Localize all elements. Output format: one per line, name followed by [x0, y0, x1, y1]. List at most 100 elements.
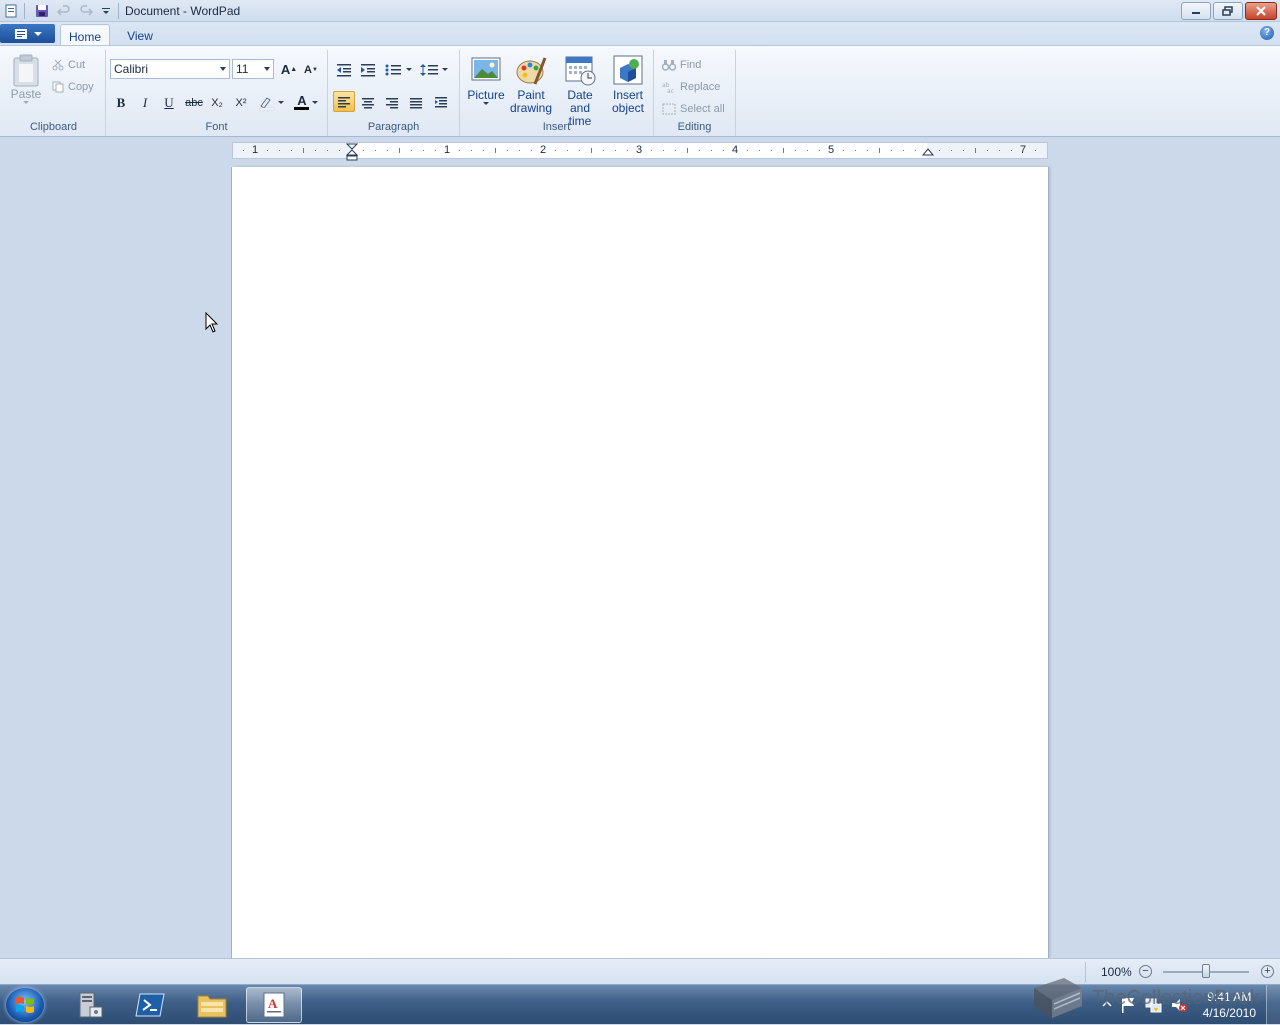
- subscript-button[interactable]: X₂: [206, 92, 228, 113]
- ruler-tick: [567, 150, 568, 151]
- ruler[interactable]: 1 1 2 3 4 5 7: [232, 142, 1048, 161]
- align-center-button[interactable]: [357, 92, 379, 113]
- right-indent-marker-icon[interactable]: [922, 147, 934, 159]
- ruler-number: 7: [1020, 144, 1027, 156]
- customize-qat-icon[interactable]: [98, 3, 114, 19]
- italic-button[interactable]: I: [134, 92, 156, 113]
- decrease-indent-button[interactable]: [333, 59, 355, 80]
- tab-view[interactable]: View: [118, 24, 162, 46]
- bold-button[interactable]: B: [110, 92, 132, 113]
- wordpad-icon: A: [263, 992, 285, 1018]
- ruler-tick: [627, 150, 628, 151]
- ruler-tick: [531, 150, 532, 151]
- underline-button[interactable]: U: [158, 92, 180, 113]
- show-desktop-button[interactable]: [1266, 985, 1280, 1025]
- paste-button[interactable]: Paste: [8, 54, 44, 105]
- editing-group-label: Editing: [677, 121, 712, 133]
- picture-button[interactable]: Picture: [466, 54, 506, 106]
- zoom-in-button[interactable]: +: [1261, 965, 1274, 978]
- restore-icon: [1222, 6, 1233, 16]
- save-icon[interactable]: [34, 3, 50, 19]
- document-menu-icon: [14, 28, 27, 39]
- tab-home[interactable]: Home: [60, 24, 110, 46]
- ruler-tick: [387, 150, 388, 151]
- ruler-tick: [1035, 150, 1036, 151]
- increase-indent-button[interactable]: [357, 59, 379, 80]
- font-size-select[interactable]: 11: [232, 59, 274, 79]
- paragraph-icon: [435, 96, 447, 107]
- minimize-button[interactable]: [1181, 2, 1211, 20]
- ruler-tick: [843, 150, 844, 151]
- align-right-button[interactable]: [381, 92, 403, 113]
- wordpad-app-icon[interactable]: [3, 3, 19, 19]
- font-group-label: Font: [205, 121, 228, 133]
- line-spacing-button[interactable]: [419, 59, 451, 80]
- ruler-tick: [375, 150, 376, 151]
- wordpad-window: Document - WordPad Home View ? Paste Cut…: [0, 0, 1280, 984]
- align-left-button[interactable]: [333, 91, 355, 112]
- ruler-tick: [423, 150, 424, 151]
- font-family-select[interactable]: Calibri: [110, 59, 230, 79]
- svg-text:A: A: [268, 996, 278, 1011]
- font-color-label: A: [297, 93, 307, 108]
- close-icon: [1256, 6, 1266, 16]
- font-color-button[interactable]: A: [290, 92, 322, 113]
- find-button[interactable]: Find: [662, 56, 701, 74]
- application-menu-button[interactable]: [0, 24, 55, 43]
- ruler-tick: [663, 150, 664, 151]
- ruler-number: 2: [540, 144, 547, 156]
- taskbar-server-manager[interactable]: [62, 987, 118, 1023]
- insert-object-icon: [613, 55, 643, 85]
- cut-button[interactable]: Cut: [52, 56, 85, 74]
- decrease-indent-icon: [337, 63, 351, 76]
- select-all-label: Select all: [680, 103, 725, 115]
- redo-icon[interactable]: [78, 3, 94, 19]
- font-family-value: Calibri: [114, 62, 149, 76]
- server-manager-icon: [79, 992, 103, 1018]
- clipboard-group: Paste Cut Copy Clipboard: [2, 50, 106, 136]
- help-icon[interactable]: ?: [1260, 26, 1274, 40]
- superscript-button[interactable]: X²: [230, 92, 252, 113]
- date-time-button[interactable]: Date and time: [556, 54, 604, 128]
- paint-drawing-button[interactable]: Paint drawing: [510, 54, 552, 115]
- justify-icon: [410, 97, 422, 108]
- ruler-tick: [963, 150, 964, 151]
- replace-icon: abac: [662, 82, 674, 93]
- ruler-tick: [279, 150, 280, 151]
- paragraph-settings-button[interactable]: [430, 92, 452, 113]
- strikethrough-button[interactable]: abc: [182, 92, 206, 113]
- copy-button[interactable]: Copy: [52, 78, 94, 96]
- ruler-tick: [855, 150, 856, 151]
- indent-marker-icon[interactable]: [346, 143, 358, 163]
- paste-label: Paste: [10, 87, 42, 101]
- ruler-tick: [243, 150, 244, 151]
- folder-icon: [197, 995, 227, 1018]
- ruler-tick: [759, 150, 760, 151]
- document-page[interactable]: [232, 167, 1048, 958]
- shrink-font-button[interactable]: A ▼: [300, 59, 322, 80]
- paragraph-group-label: Paragraph: [367, 121, 420, 133]
- copy-icon: [52, 81, 64, 93]
- taskbar-file-explorer[interactable]: [184, 987, 240, 1023]
- paragraph-group: Paragraph: [328, 50, 460, 136]
- editing-group: Find ab ac Replace Select all Editing: [654, 50, 736, 136]
- taskbar-powershell[interactable]: [122, 987, 178, 1023]
- justify-button[interactable]: [405, 92, 427, 113]
- ruler-tick: [819, 150, 820, 151]
- highlight-color-button[interactable]: [256, 92, 286, 113]
- insert-object-label-line2: object: [611, 101, 645, 115]
- start-button[interactable]: [6, 988, 44, 1022]
- undo-icon[interactable]: [56, 3, 72, 19]
- select-all-button[interactable]: Select all: [662, 100, 725, 118]
- mouse-cursor-icon: [205, 312, 219, 333]
- grow-font-button[interactable]: A ▲: [278, 59, 300, 80]
- restore-button[interactable]: [1213, 2, 1243, 20]
- close-button[interactable]: [1245, 2, 1277, 20]
- replace-button[interactable]: ab ac Replace: [662, 78, 720, 96]
- bullets-button[interactable]: [383, 59, 415, 80]
- taskbar-wordpad[interactable]: A: [246, 987, 302, 1023]
- align-center-icon: [362, 97, 374, 108]
- insert-object-button[interactable]: Insert object: [608, 54, 648, 115]
- ruler-tick: [315, 150, 316, 151]
- paste-icon: [13, 54, 39, 87]
